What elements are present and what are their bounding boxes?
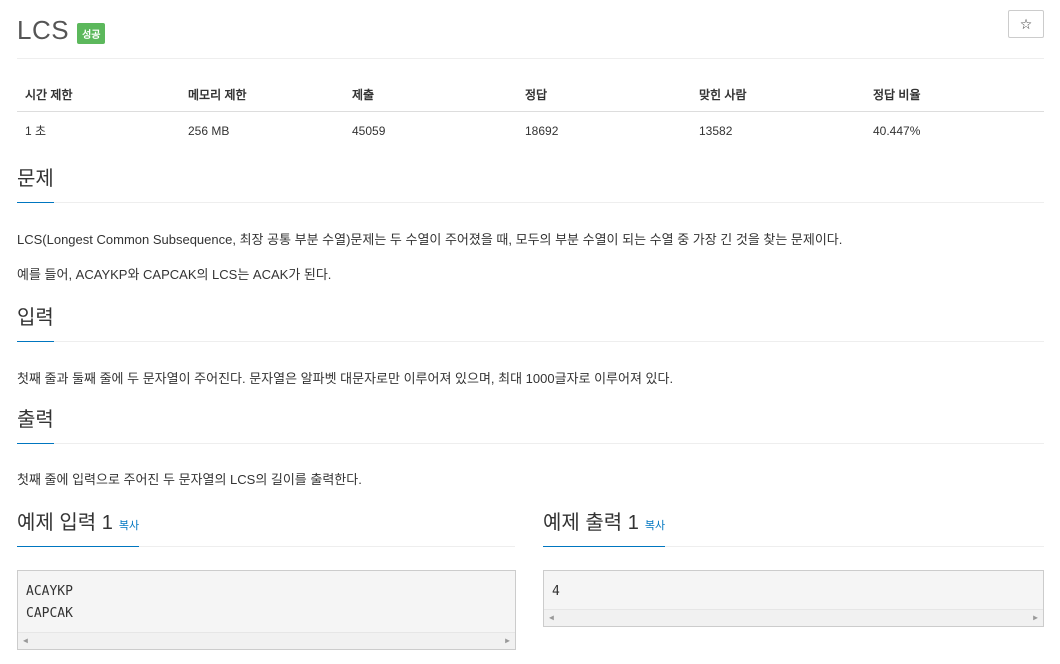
star-button[interactable]: ☆ [1008, 10, 1044, 38]
sample-output-code: 4 [544, 571, 1043, 603]
title-row: LCS 성공 [17, 10, 106, 50]
section-title-sample-output: 예제 출력 1 복사 [543, 511, 666, 547]
sample-input-box[interactable]: ACAYKP CAPCAK ◀ ▶ [17, 570, 516, 650]
section-header: 출력 [17, 407, 1044, 444]
section-title-problem: 문제 [17, 167, 54, 203]
section-header: 문제 [17, 166, 1044, 203]
copy-output-button[interactable]: 복사 [645, 520, 665, 532]
status-badge: 성공 [77, 22, 106, 44]
page-title: LCS [17, 14, 70, 45]
input-section: 입력 첫째 줄과 둘째 줄에 두 문자열이 주어진다. 문자열은 알파벳 대문자… [17, 305, 1044, 388]
output-description: 첫째 줄에 입력으로 주어진 두 문자열의 LCS의 길이를 출력한다. [17, 472, 362, 487]
header-submissions: 제출 [344, 78, 517, 112]
horizontal-scrollbar[interactable]: ◀ ▶ [18, 632, 515, 649]
section-title-input: 입력 [17, 306, 54, 342]
header-time-limit: 시간 제한 [17, 78, 180, 112]
header-ratio: 정답 비율 [865, 78, 1044, 112]
horizontal-scrollbar[interactable]: ◀ ▶ [544, 609, 1043, 626]
scroll-left-icon[interactable]: ◀ [549, 613, 554, 622]
sample-input-section: 예제 입력 1 복사 [17, 510, 515, 547]
value-memory-limit: 256 MB [188, 123, 230, 138]
problem-description: LCS(Longest Common Subsequence, 최장 공통 부분… [17, 232, 843, 247]
problem-example-text: 예를 들어, ACAYKP와 CAPCAK의 LCS는 ACAK가 된다. [17, 267, 332, 282]
header-solvers: 맞힌 사람 [691, 78, 865, 112]
divider [17, 58, 1044, 59]
section-title-output: 출력 [17, 408, 54, 444]
section-title-sample-input: 예제 입력 1 복사 [17, 511, 140, 547]
value-ratio: 40.447% [873, 123, 921, 138]
section-header: 예제 입력 1 복사 [17, 510, 515, 547]
scroll-right-icon[interactable]: ▶ [1033, 613, 1038, 622]
code-line: CAPCAK [26, 606, 73, 621]
value-time-limit: 1 초 [25, 124, 47, 138]
scroll-left-icon[interactable]: ◀ [23, 636, 28, 645]
input-description: 첫째 줄과 둘째 줄에 두 문자열이 주어진다. 문자열은 알파벳 대문자로만 … [17, 371, 674, 386]
header-accepted: 정답 [517, 78, 691, 112]
sample-output-section: 예제 출력 1 복사 [543, 510, 1044, 547]
section-header: 입력 [17, 305, 1044, 342]
star-icon: ☆ [1019, 15, 1033, 32]
code-line: 4 [552, 584, 560, 599]
problem-info-table: 시간 제한 메모리 제한 제출 정답 맞힌 사람 정답 비율 1 초 256 M… [17, 78, 1044, 149]
value-solvers: 13582 [699, 123, 733, 138]
scroll-right-icon[interactable]: ▶ [505, 636, 510, 645]
problem-section: 문제 LCS(Longest Common Subsequence, 최장 공통… [17, 166, 1044, 284]
header-memory-limit: 메모리 제한 [180, 78, 344, 112]
table-row: 1 초 256 MB 45059 18692 13582 40.447% [17, 112, 1044, 150]
section-header: 예제 출력 1 복사 [543, 510, 1044, 547]
output-section: 출력 첫째 줄에 입력으로 주어진 두 문자열의 LCS의 길이를 출력한다. [17, 407, 1044, 489]
value-submissions: 45059 [352, 123, 386, 138]
value-accepted: 18692 [525, 123, 559, 138]
copy-input-button[interactable]: 복사 [119, 520, 139, 532]
sample-input-code: ACAYKP CAPCAK [18, 571, 515, 625]
code-line: ACAYKP [26, 584, 73, 599]
sample-output-box[interactable]: 4 ◀ ▶ [543, 570, 1044, 627]
table-header-row: 시간 제한 메모리 제한 제출 정답 맞힌 사람 정답 비율 [17, 78, 1044, 112]
